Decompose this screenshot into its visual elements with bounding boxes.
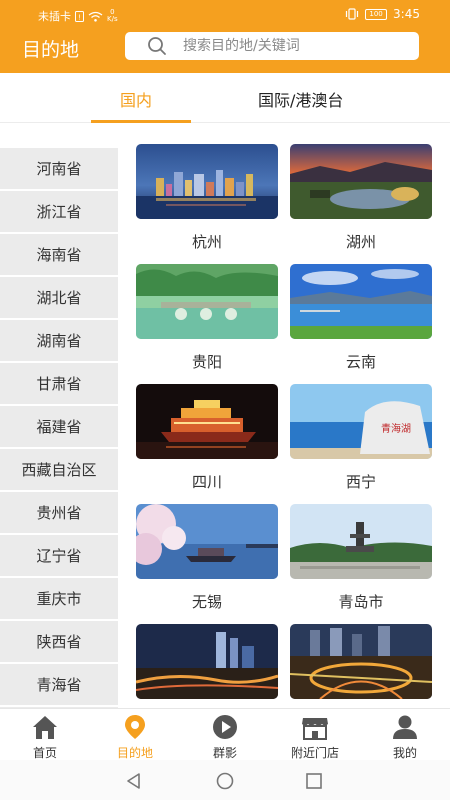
- province-item[interactable]: 陕西省: [0, 621, 118, 664]
- city-image[interactable]: [290, 264, 432, 339]
- city-card-huzhou[interactable]: 湖州: [290, 144, 432, 252]
- city-image[interactable]: [290, 504, 432, 579]
- back-icon[interactable]: [125, 772, 143, 790]
- active-tab-indicator: [91, 120, 191, 123]
- nav-nearby-stores[interactable]: 附近门店: [270, 709, 360, 761]
- status-left: 未插卡 ! 0 K/s: [38, 8, 118, 24]
- svg-text:!: !: [78, 13, 81, 21]
- province-item[interactable]: 福建省: [0, 406, 118, 449]
- province-item[interactable]: 贵州省: [0, 492, 118, 535]
- city-name: 杭州: [191, 233, 222, 251]
- nav-label: 首页: [32, 746, 57, 760]
- wifi-icon: [88, 11, 103, 22]
- city-card-hangzhou[interactable]: 杭州: [136, 144, 278, 252]
- store-icon: [302, 718, 328, 740]
- search-input[interactable]: [183, 32, 413, 60]
- tab-domestic[interactable]: 国内: [120, 87, 152, 111]
- province-item[interactable]: 湖北省: [0, 277, 118, 320]
- city-card-qingdao[interactable]: 青岛市: [290, 504, 432, 612]
- city-image[interactable]: [136, 144, 278, 219]
- city-name: 湖州: [345, 233, 376, 251]
- city-image[interactable]: [136, 624, 278, 699]
- status-bar: 未插卡 ! 0 K/s 100 3:45: [0, 0, 450, 30]
- city-name: 四川: [191, 473, 222, 491]
- nav-home[interactable]: 首页: [0, 709, 90, 761]
- nav-destination[interactable]: 目的地: [90, 709, 180, 761]
- province-item[interactable]: 辽宁省: [0, 535, 118, 578]
- city-name: 贵阳: [191, 353, 222, 371]
- city-image[interactable]: [136, 264, 278, 339]
- city-grid: 杭州 湖州 贵阳 云南 四川 青海湖 西宁 无锡 青岛市: [118, 124, 450, 708]
- city-card[interactable]: [136, 624, 278, 708]
- location-pin-icon: [125, 715, 145, 739]
- province-item[interactable]: 甘肃省: [0, 363, 118, 406]
- city-card-sichuan[interactable]: 四川: [136, 384, 278, 492]
- user-icon: [393, 715, 417, 739]
- status-right: 100 3:45: [345, 7, 420, 21]
- nav-label: 目的地: [116, 746, 153, 760]
- battery-icon: 100: [365, 8, 388, 20]
- city-card-guiyang[interactable]: 贵阳: [136, 264, 278, 372]
- nav-label: 我的: [392, 746, 417, 760]
- vibrate-icon: [345, 8, 359, 20]
- city-card-yunnan[interactable]: 云南: [290, 264, 432, 372]
- nav-label: 群影: [212, 746, 237, 760]
- tab-international[interactable]: 国际/港澳台: [258, 87, 343, 111]
- search-icon: [148, 37, 166, 55]
- app-header: 目的地: [0, 30, 450, 73]
- province-item[interactable]: 海南省: [0, 234, 118, 277]
- home-icon: [33, 716, 57, 739]
- play-icon: [213, 715, 237, 739]
- province-item[interactable]: 河南省: [0, 148, 118, 191]
- sim-icon: !: [75, 10, 84, 22]
- system-nav-bar: [0, 760, 450, 800]
- clock: 3:45: [393, 7, 420, 21]
- province-item[interactable]: 青海省: [0, 664, 118, 707]
- province-item[interactable]: 浙江省: [0, 191, 118, 234]
- city-image[interactable]: [290, 624, 432, 699]
- city-image[interactable]: [136, 384, 278, 459]
- page-title: 目的地: [22, 39, 80, 61]
- nav-video[interactable]: 群影: [180, 709, 270, 761]
- nav-label: 附近门店: [290, 746, 339, 760]
- province-item[interactable]: 西藏自治区: [0, 449, 118, 492]
- network-speed: 0 K/s: [107, 8, 118, 23]
- home-button-icon[interactable]: [215, 772, 235, 790]
- bottom-nav: 首页 目的地 群影 附近门店 我的: [0, 708, 450, 760]
- nav-profile[interactable]: 我的: [360, 709, 450, 761]
- city-card[interactable]: [290, 624, 432, 708]
- city-name: 西宁: [345, 473, 376, 491]
- stone-inscription: 青海湖: [381, 422, 411, 435]
- search-box[interactable]: [125, 32, 419, 60]
- province-list[interactable]: 河南省 浙江省 海南省 湖北省 湖南省 甘肃省 福建省 西藏自治区 贵州省 辽宁…: [0, 148, 118, 708]
- city-image[interactable]: [290, 144, 432, 219]
- city-name: 无锡: [191, 593, 222, 611]
- city-name: 云南: [345, 353, 376, 371]
- city-image[interactable]: 青海湖: [290, 384, 432, 459]
- region-tabs: 国内 国际/港澳台: [0, 73, 450, 123]
- carrier-text: 未插卡: [38, 10, 71, 23]
- city-card-wuxi[interactable]: 无锡: [136, 504, 278, 612]
- recent-apps-icon[interactable]: [305, 772, 323, 790]
- city-card-xining[interactable]: 青海湖 西宁: [290, 384, 432, 492]
- province-item[interactable]: 重庆市: [0, 578, 118, 621]
- city-name: 青岛市: [338, 593, 384, 611]
- province-item[interactable]: 湖南省: [0, 320, 118, 363]
- city-image[interactable]: [136, 504, 278, 579]
